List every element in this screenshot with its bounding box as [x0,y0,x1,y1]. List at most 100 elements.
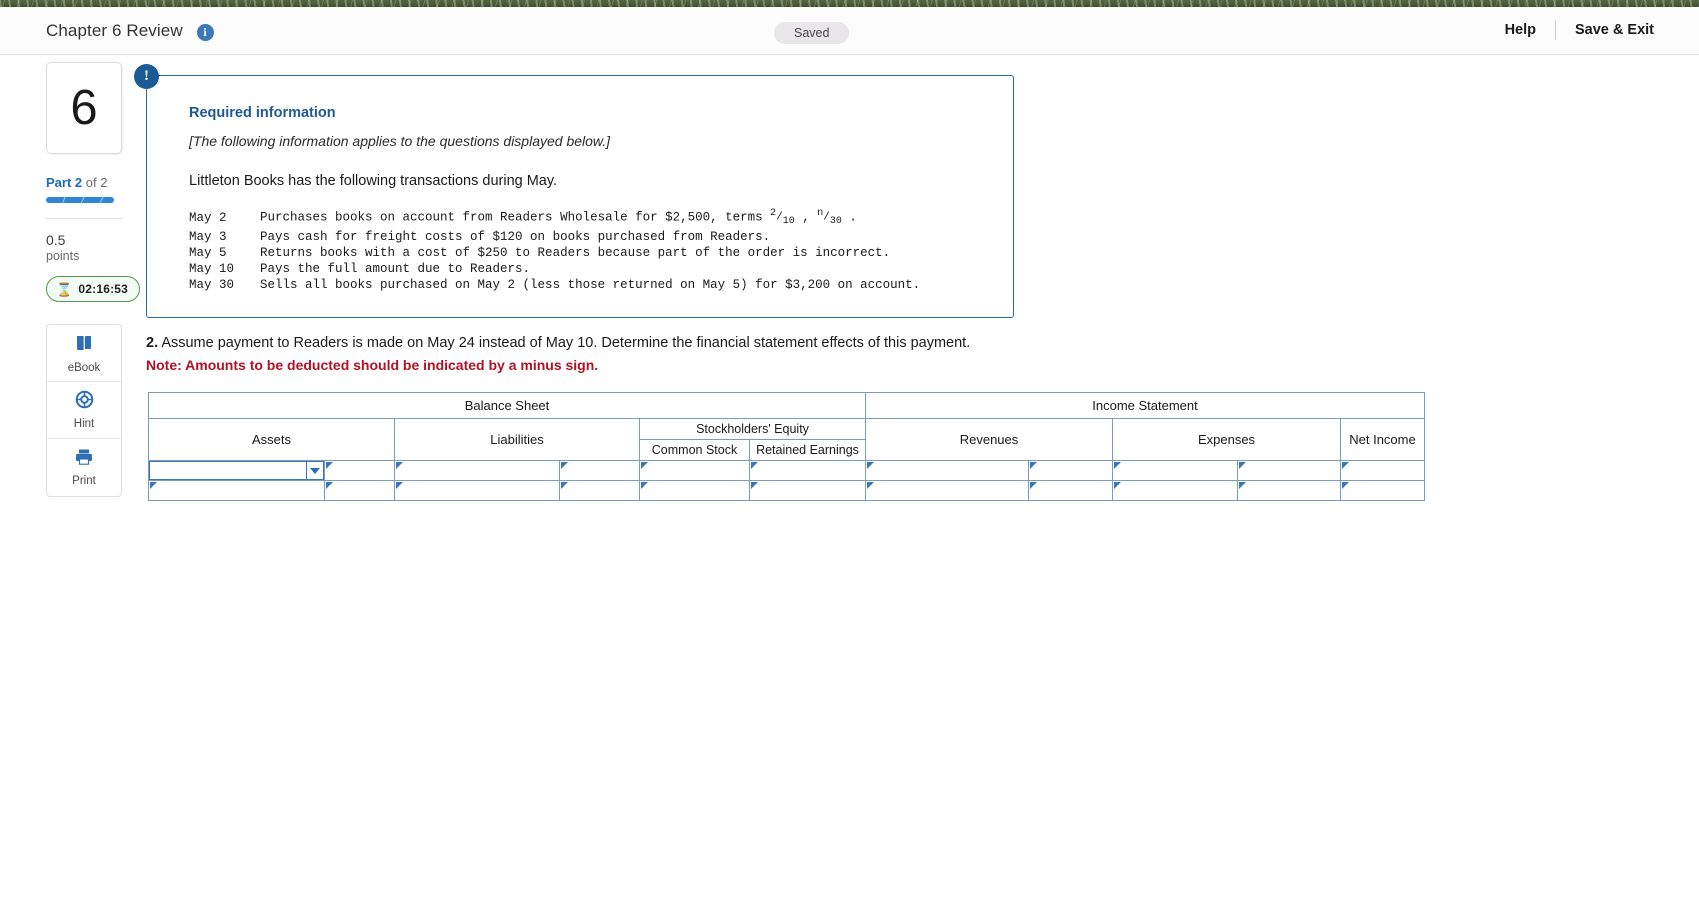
hint-button[interactable]: Hint [47,382,121,439]
print-button[interactable]: Print [47,439,121,496]
revenues-account-cell-row2[interactable] [865,480,1029,501]
liabilities-amount-cell[interactable] [559,460,640,481]
revenues-account-cell[interactable] [865,460,1029,481]
required-information-title: Required information [189,105,336,121]
cell-corner-marker [751,482,758,489]
liabilities-account-input-row2[interactable] [395,481,559,500]
terms-fraction-2-denominator: 30 [829,215,842,227]
hourglass-icon: ⌛ [56,281,73,297]
assets-amount-cell[interactable] [324,460,395,481]
terms-fraction-1-denominator: 10 [782,215,795,227]
retained-earnings-cell-row2[interactable] [749,480,866,501]
expenses-amount-cell[interactable] [1237,460,1341,481]
assets-account-select-cell[interactable] [148,460,325,481]
cell-corner-marker [751,462,758,469]
transaction-date: May 3 [189,229,227,244]
expenses-amount-input[interactable] [1238,461,1340,480]
assets-account-cell-row2[interactable] [148,480,325,501]
cell-corner-marker [1239,462,1246,469]
liabilities-amount-input-row2[interactable] [560,481,639,500]
timer-badge: ⌛ 02:16:53 [46,276,141,302]
required-information-lead: Littleton Books has the following transa… [189,173,558,189]
common-stock-cell-row2[interactable] [639,480,750,501]
liabilities-account-cell-row2[interactable] [394,480,560,501]
retained-earnings-input-row2[interactable] [750,481,865,500]
assets-amount-cell-row2[interactable] [324,480,395,501]
common-stock-input-row2[interactable] [640,481,749,500]
part-current: 2 [74,175,83,190]
liabilities-account-input[interactable] [395,461,559,480]
transaction-row: May 3 Pays cash for freight costs of $12… [189,229,920,245]
cell-corner-marker [1342,482,1349,489]
net-income-header: Net Income [1340,418,1425,461]
revenues-amount-cell[interactable] [1028,460,1113,481]
transaction-row: May 10 Pays the full amount due to Reade… [189,261,920,277]
required-information-subtitle: [The following information applies to th… [189,133,611,149]
assets-account-select[interactable] [150,462,306,479]
stockholders-equity-header: Stockholders' Equity [639,418,866,440]
cell-corner-marker [1030,482,1037,489]
question-text: 2. Assume payment to Readers is made on … [146,333,1446,353]
balance-sheet-group-header: Balance Sheet [148,392,866,419]
transaction-date: May 2 [189,210,227,225]
status-badge: Saved [774,22,850,44]
transaction-row: May 2 Purchases books on account from Re… [189,208,920,229]
cell-corner-marker [1239,482,1246,489]
table-column-header-row: Assets Liabilities Stockholders' Equity … [148,418,1425,461]
revenues-account-input-row2[interactable] [866,481,1028,500]
expenses-account-cell[interactable] [1112,460,1238,481]
retained-earnings-input[interactable] [750,461,865,480]
page-title-text: Chapter 6 Review [46,20,183,40]
assets-amount-input-row2[interactable] [325,481,394,500]
liabilities-amount-input[interactable] [560,461,639,480]
cell-corner-marker [867,462,874,469]
question-number-card: 6 [46,62,122,154]
decorative-top-strip [0,0,1699,7]
cell-corner-marker [1342,462,1349,469]
revenues-amount-cell-row2[interactable] [1028,480,1113,501]
retained-earnings-cell[interactable] [749,460,866,481]
common-stock-cell[interactable] [639,460,750,481]
net-income-cell[interactable] [1340,460,1425,481]
table-group-header-row: Balance Sheet Income Statement [148,392,1425,419]
revenues-amount-input[interactable] [1029,461,1112,480]
chevron-down-icon[interactable] [306,462,323,479]
assets-account-input[interactable] [150,462,306,479]
part-progress-bar [46,197,114,203]
cell-corner-marker [150,482,157,489]
transaction-description: Pays cash for freight costs of $120 on b… [260,229,771,244]
page-title: Chapter 6 Review i [46,21,214,41]
ebook-button[interactable]: eBook [47,325,121,382]
help-button[interactable]: Help [1486,19,1555,41]
txn-desc-before: Purchases books on account from Readers … [260,210,771,225]
cell-corner-marker [641,462,648,469]
timer-value: 02:16:53 [78,282,129,296]
net-income-input[interactable] [1341,461,1424,480]
save-and-exit-button[interactable]: Save & Exit [1556,19,1673,41]
revenues-account-input[interactable] [866,461,1028,480]
tool-button-stack: eBook Hint Print [46,324,122,497]
cell-corner-marker [1030,462,1037,469]
revenues-amount-input-row2[interactable] [1029,481,1112,500]
revenues-header: Revenues [865,418,1113,461]
printer-icon [74,448,94,471]
net-income-cell-row2[interactable] [1340,480,1425,501]
common-stock-input[interactable] [640,461,749,480]
expenses-account-input[interactable] [1113,461,1237,480]
liabilities-account-cell[interactable] [394,460,560,481]
liabilities-amount-cell-row2[interactable] [559,480,640,501]
assets-amount-input[interactable] [325,461,394,480]
cell-corner-marker [1114,482,1121,489]
info-icon[interactable]: i [196,23,214,41]
liabilities-header: Liabilities [394,418,640,461]
question-block: 2. Assume payment to Readers is made on … [146,333,1446,373]
transaction-row: May 30 Sells all books purchased on May … [189,277,920,293]
app-header: Chapter 6 Review i Saved Help Save & Exi… [0,7,1699,55]
cell-corner-marker [641,482,648,489]
net-income-input-row2[interactable] [1341,481,1424,500]
expenses-account-input-row2[interactable] [1113,481,1237,500]
expenses-amount-cell-row2[interactable] [1237,480,1341,501]
expenses-account-cell-row2[interactable] [1112,480,1238,501]
expenses-amount-input-row2[interactable] [1238,481,1340,500]
assets-account-input-row2[interactable] [149,481,324,500]
